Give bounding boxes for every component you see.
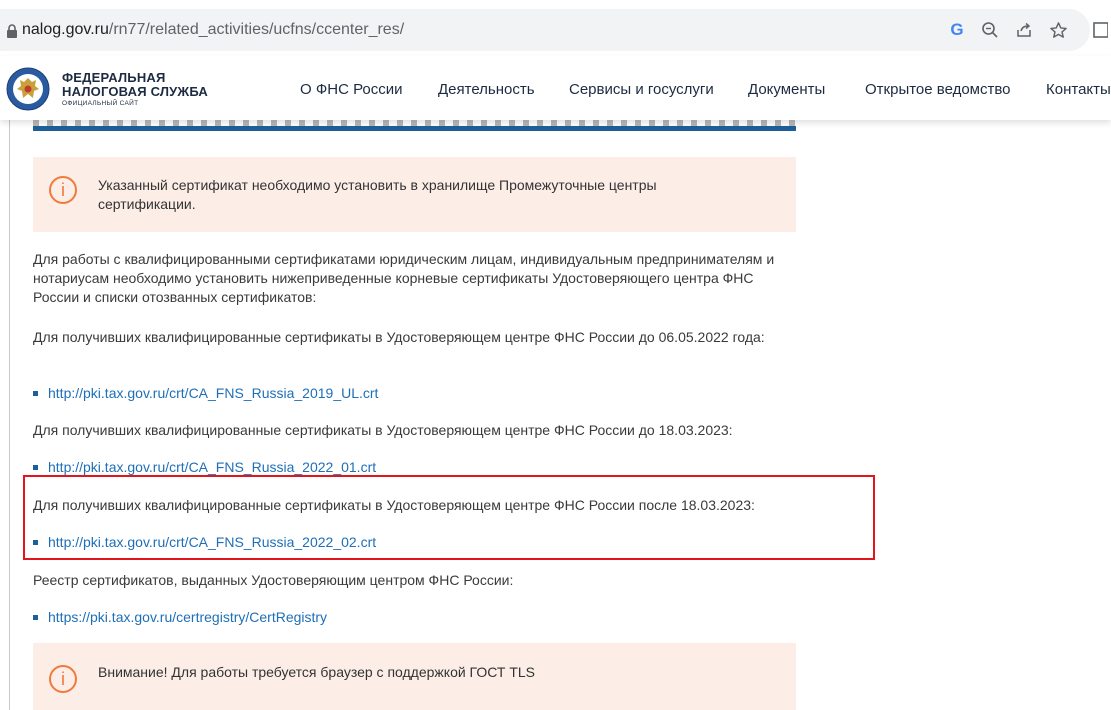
bullet-icon	[33, 614, 38, 620]
brand-title[interactable]: ФЕДЕРАЛЬНАЯ НАЛОГОВАЯ СЛУЖБА ОФИЦИАЛЬНЫЙ…	[62, 71, 208, 108]
brand-line-2: НАЛОГОВАЯ СЛУЖБА	[62, 84, 209, 99]
cert-link-2019-ul[interactable]: http://pki.tax.gov.ru/crt/CA_FNS_Russia_…	[48, 385, 378, 401]
site-header: ФЕДЕРАЛЬНАЯ НАЛОГОВАЯ СЛУЖБА ОФИЦИАЛЬНЫЙ…	[0, 56, 1111, 120]
section-rule	[33, 126, 796, 131]
highlight-frame	[23, 475, 875, 560]
warning-box: i Внимание! Для работы требуется браузер…	[33, 643, 796, 710]
fns-emblem-logo[interactable]	[6, 67, 50, 111]
nav-item-documents[interactable]: Документы	[748, 81, 825, 98]
notice-text: Указанный сертификат необходимо установи…	[98, 177, 657, 212]
url-host: nalog.gov.ru	[22, 21, 109, 38]
nav-item-services[interactable]: Сервисы и госуслуги	[569, 81, 714, 98]
brand-subtitle: ОФИЦИАЛЬНЫЙ САЙТ	[62, 100, 139, 107]
url-path: /rn77/related_activities/ucfns/ccenter_r…	[108, 21, 405, 38]
nav-item-open-agency[interactable]: Открытое ведомство	[865, 81, 1011, 98]
list-item: http://pki.tax.gov.ru/crt/CA_FNS_Russia_…	[33, 384, 378, 403]
registry-text: Реестр сертификатов, выданных Удостоверя…	[33, 572, 514, 588]
section2-text: Для получивших квалифицированные сертифи…	[33, 422, 733, 438]
section1-text: Для получивших квалифицированные сертифи…	[33, 329, 765, 345]
lock-icon[interactable]	[6, 24, 18, 38]
nav-item-about[interactable]: О ФНС России	[300, 81, 403, 98]
browser-toolbar: nalog.gov.ru/rn77/related_activities/ucf…	[0, 0, 1111, 56]
warning-text: Внимание! Для работы требуется браузер с…	[98, 664, 536, 680]
nav-item-contacts[interactable]: Контакты	[1046, 81, 1111, 98]
star-icon[interactable]	[1046, 18, 1070, 42]
info-icon: i	[49, 176, 77, 204]
share-icon[interactable]	[1012, 18, 1036, 42]
cert-registry-link[interactable]: https://pki.tax.gov.ru/certregistry/Cert…	[48, 609, 327, 625]
content-left-border	[9, 120, 10, 710]
notice-box: i Указанный сертификат необходимо устано…	[33, 157, 796, 232]
cert-link-2022-01[interactable]: http://pki.tax.gov.ru/crt/CA_FNS_Russia_…	[48, 459, 376, 475]
brand-line-1: ФЕДЕРАЛЬНАЯ	[62, 70, 166, 85]
intro-paragraph: Для работы с квалифицированными сертифик…	[33, 251, 775, 305]
info-icon: i	[49, 665, 77, 693]
nav-item-activity[interactable]: Деятельность	[438, 81, 535, 98]
zoom-icon[interactable]	[978, 18, 1002, 42]
google-letter: G	[950, 20, 964, 39]
sidebar-icon[interactable]	[1088, 18, 1111, 42]
list-item: https://pki.tax.gov.ru/certregistry/Cert…	[33, 608, 327, 627]
bullet-icon	[33, 464, 38, 470]
url-text[interactable]: nalog.gov.ru/rn77/related_activities/ucf…	[22, 21, 404, 39]
bullet-icon	[33, 390, 38, 396]
google-icon[interactable]: G	[945, 18, 969, 42]
